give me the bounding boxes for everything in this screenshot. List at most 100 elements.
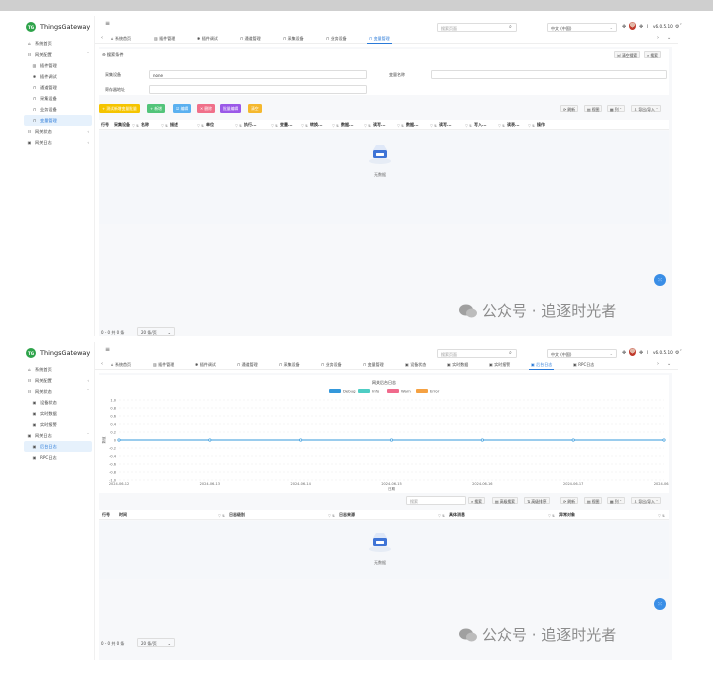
fullscreen-icon[interactable]: ✥ (639, 350, 643, 356)
sidebar-item[interactable]: ☷ 网关配置 ˇ (22, 49, 94, 60)
tab-menu-chevron-icon[interactable]: ⌄ (667, 35, 671, 41)
sidebar-item[interactable]: ☷ 网关状态 ‹ (22, 126, 94, 137)
filter-sort-icon[interactable]: ▽ ⇅ (438, 514, 445, 518)
filter-sort-icon[interactable]: ▽ ⇅ (430, 124, 437, 128)
filter-sort-icon[interactable]: ▽ ⇅ (548, 514, 555, 518)
tab[interactable]: ⌂ 系统首页 (109, 361, 133, 370)
columns-button[interactable]: ▦ 列 ˇ (607, 105, 625, 112)
sidebar-item[interactable]: ▣ 网关日志 ˇ (22, 430, 94, 441)
tab[interactable]: ⊓ 业务设备 (319, 361, 344, 370)
refresh-button[interactable]: ⟳ 刷新 (560, 105, 578, 112)
settings-gear-icon[interactable]: ⚙ˇ (675, 350, 682, 356)
tab[interactable]: ▣ 设备状态 (403, 361, 428, 370)
tab[interactable]: ▣ RPC日志 (571, 361, 596, 370)
sidebar-item[interactable]: ▣ 后台日志 (24, 441, 92, 452)
tab-menu-chevron-icon[interactable]: ⌄ (667, 361, 671, 367)
column-header[interactable]: 读写... ▽ ⇅ (439, 122, 474, 129)
sidebar-item[interactable]: ⌂ 系统首页 (22, 364, 94, 375)
column-header[interactable]: 读写... ▽ ⇅ (373, 122, 406, 129)
search-button[interactable]: ⌕ 搜索 (468, 497, 485, 504)
tab[interactable]: ⌂ 系统首页 (109, 35, 133, 44)
theme-icon[interactable]: ✥ (622, 350, 626, 356)
filter-sort-icon[interactable]: ▽ ⇅ (161, 124, 168, 128)
tab[interactable]: ✱ 插件调试 (195, 35, 220, 44)
register-address-input[interactable] (149, 85, 367, 94)
search-icon[interactable]: ⌕ (509, 350, 512, 356)
view-button[interactable]: ▤ 视图 (584, 105, 603, 112)
tab[interactable]: ⊓ 业务设备 (324, 35, 349, 44)
tab[interactable]: ▥ 插件管理 (151, 361, 176, 370)
advanced-sort-button[interactable]: ⇅ 高级排序 (524, 497, 550, 504)
sidebar-item[interactable]: ☷ 网关配置 ‹ (22, 375, 94, 386)
language-select[interactable]: 中文 (中国) ⌄ (547, 23, 617, 32)
tab[interactable]: ⊓ 变量管理 (361, 361, 386, 370)
menu-toggle-icon[interactable]: ≡ (105, 20, 110, 27)
action-button[interactable]: 批量编辑 (220, 104, 242, 113)
tab[interactable]: ▥ 插件管理 (152, 35, 177, 44)
page-size-select[interactable]: 20 条/页 ⌄ (137, 327, 175, 336)
filter-sort-icon[interactable]: ▽ ⇅ (132, 124, 139, 128)
column-header[interactable]: 行号 (102, 512, 117, 519)
info-icon[interactable]: ⅰ (647, 24, 648, 30)
sidebar-item[interactable]: ⊓ 业务设备 (22, 104, 94, 115)
device-select[interactable]: none (149, 70, 367, 79)
column-header[interactable]: 数据... ▽ ⇅ (341, 122, 373, 129)
column-header[interactable]: 操作 (537, 122, 669, 129)
sidebar-item[interactable]: ⊓ 采集设备 (22, 93, 94, 104)
filter-sort-icon[interactable]: ▽ ⇅ (328, 514, 335, 518)
column-header[interactable]: 采集设备 ▽ ⇅ (114, 122, 141, 129)
avatar[interactable] (629, 22, 636, 30)
column-header[interactable]: 数据... ▽ ⇅ (406, 122, 439, 129)
columns-button[interactable]: ▦ 列 ˇ (607, 497, 625, 504)
info-icon[interactable]: ⅰ (647, 350, 648, 356)
tab[interactable]: ▣ 实时数据 (445, 361, 470, 370)
filter-sort-icon[interactable]: ▽ ⇅ (235, 124, 242, 128)
sidebar-item[interactable]: ▣ 网关日志 ‹ (22, 137, 94, 148)
filter-sort-icon[interactable]: ▽ ⇅ (197, 124, 204, 128)
filter-sort-icon[interactable]: ▽ ⇅ (364, 124, 371, 128)
refresh-button[interactable]: ⟳ 刷新 (560, 497, 578, 504)
column-header[interactable]: 名称 ▽ ⇅ (141, 122, 170, 129)
tab[interactable]: ⊓ 采集设备 (277, 361, 302, 370)
sidebar-item[interactable]: ☷ 网关状态 ˇ (22, 386, 94, 397)
export-import-button[interactable]: ⇩ 导出/导入 ˇ (631, 105, 661, 112)
column-header[interactable]: 单位 ▽ ⇅ (206, 122, 244, 129)
tab[interactable]: ✱ 插件调试 (193, 361, 218, 370)
action-button[interactable]: ☑ 编辑 (173, 104, 192, 113)
filter-sort-icon[interactable]: ▽ ⇅ (465, 124, 472, 128)
floating-menu-button[interactable]: ⁙ (654, 598, 666, 610)
tab-prev-icon[interactable]: ‹ (101, 361, 103, 367)
tab[interactable]: ⊓ 采集设备 (281, 35, 306, 44)
tab[interactable]: ▣ 实时报警 (487, 361, 512, 370)
column-header[interactable]: 时间 ▽ ⇅ (119, 512, 227, 519)
action-button[interactable]: 清空 (248, 104, 262, 113)
column-header[interactable]: 日志级别 ▽ ⇅ (229, 512, 337, 519)
avatar[interactable] (629, 348, 636, 356)
column-header[interactable]: 转换... ▽ ⇅ (310, 122, 341, 129)
view-button[interactable]: ▤ 视图 (584, 497, 603, 504)
advanced-search-button[interactable]: ▤ 高级搜索 (492, 497, 518, 504)
column-header[interactable]: 行号 (101, 122, 113, 129)
filter-sort-icon[interactable]: ▽ ⇅ (528, 124, 535, 128)
sidebar-item[interactable]: ▣ 实时报警 (22, 419, 94, 430)
tab[interactable]: ⊓ 通道管理 (238, 35, 263, 44)
column-header[interactable]: 日志来源 ▽ ⇅ (339, 512, 447, 519)
filter-sort-icon[interactable]: ▽ ⇅ (271, 124, 278, 128)
sidebar-item[interactable]: ⊓ 变量管理 (24, 115, 92, 126)
sidebar-item[interactable]: ▣ RPC日志 (22, 452, 94, 463)
tab-prev-icon[interactable]: ‹ (101, 35, 103, 41)
search-icon[interactable]: ⌕ (509, 24, 512, 30)
export-import-button[interactable]: ⇩ 导出/导入 ˇ (631, 497, 661, 504)
column-header[interactable]: 变量... ▽ ⇅ (280, 122, 310, 129)
menu-toggle-icon[interactable]: ≡ (105, 346, 110, 353)
tab[interactable]: ⊓ 变量管理 (367, 35, 392, 44)
page-size-select[interactable]: 20 条/页 ⌄ (137, 638, 175, 647)
search-button[interactable]: ⌕ 搜索 (644, 51, 661, 58)
sidebar-item[interactable]: ⊓ 通道管理 (22, 82, 94, 93)
page-search-input[interactable]: 搜索页面 (437, 349, 517, 358)
theme-icon[interactable]: ✥ (622, 24, 626, 30)
sidebar-item[interactable]: ⌂ 系统首页 (22, 38, 94, 49)
column-header[interactable]: 读表... ▽ ⇅ (507, 122, 537, 129)
log-search-input[interactable]: 搜索 (406, 496, 466, 505)
column-header[interactable]: 具体消息 ▽ ⇅ (449, 512, 557, 519)
